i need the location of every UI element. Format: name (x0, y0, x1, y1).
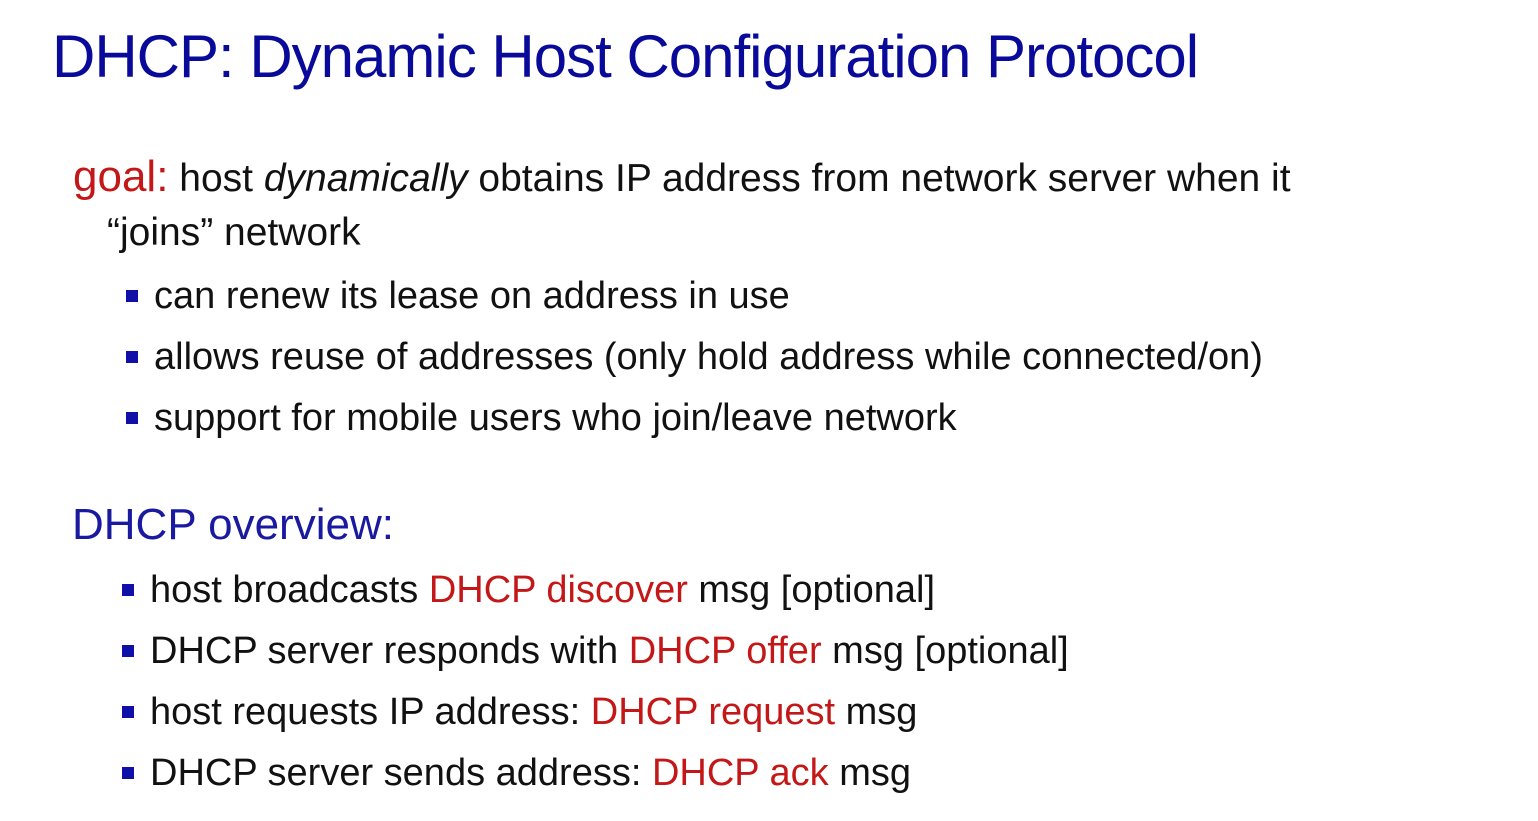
list-item: allows reuse of addresses (only hold add… (126, 327, 1263, 388)
list-item: DHCP server sends address: DHCP ack msg (122, 743, 1069, 804)
goal-text-before: host (168, 157, 264, 200)
bullet-square-icon (126, 290, 138, 302)
item-before: DHCP server sends address: (150, 752, 652, 794)
overview-bullet-list: host broadcasts DHCP discover msg [optio… (122, 560, 1069, 804)
list-item: host requests IP address: DHCP request m… (122, 682, 1069, 743)
message-type-highlight: DHCP request (590, 691, 836, 733)
list-item: can renew its lease on address in use (126, 266, 1263, 327)
message-type-highlight: DHCP ack (651, 752, 829, 794)
overview-heading: DHCP overview: (72, 500, 394, 549)
bullet-square-icon (122, 767, 134, 779)
goal-bullet-list: can renew its lease on address in use al… (126, 266, 1263, 449)
goal-text-after: obtains IP address from network server w… (467, 157, 1291, 200)
item-after: msg [optional] (687, 569, 936, 611)
goal-emphasis: dynamically (263, 157, 468, 200)
goal-paragraph: goal: host dynamically obtains IP addres… (73, 150, 1493, 260)
item-before: host requests IP address: (150, 691, 591, 733)
goal-label: goal: (73, 152, 169, 201)
bullet-square-icon (122, 645, 134, 657)
bullet-text: allows reuse of addresses (only hold add… (154, 336, 1263, 378)
item-before: host broadcasts (150, 569, 429, 611)
slide-title: DHCP: Dynamic Host Configuration Protoco… (52, 23, 1199, 90)
goal-line2: “joins” network (107, 211, 361, 254)
message-type-highlight: DHCP offer (628, 630, 822, 672)
bullet-text: support for mobile users who join/leave … (154, 397, 957, 439)
item-after: msg (828, 752, 911, 794)
list-item: DHCP server responds with DHCP offer msg… (122, 621, 1069, 682)
item-before: DHCP server responds with (150, 630, 629, 672)
item-after: msg [optional] (821, 630, 1069, 672)
message-type-highlight: DHCP discover (428, 569, 688, 611)
bullet-square-icon (122, 584, 134, 596)
bullet-text: can renew its lease on address in use (154, 275, 790, 317)
item-after: msg (835, 691, 918, 733)
bullet-square-icon (126, 412, 138, 424)
bullet-square-icon (122, 706, 134, 718)
bullet-square-icon (126, 351, 138, 363)
list-item: host broadcasts DHCP discover msg [optio… (122, 560, 1069, 621)
slide: DHCP: Dynamic Host Configuration Protoco… (0, 0, 1538, 821)
list-item: support for mobile users who join/leave … (126, 388, 1263, 449)
